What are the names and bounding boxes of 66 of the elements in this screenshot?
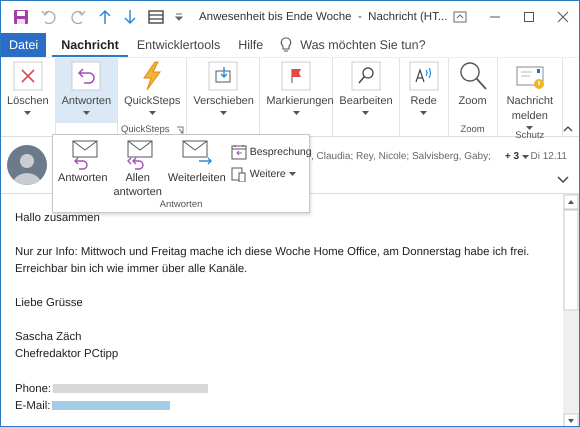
maximize-icon[interactable] xyxy=(523,11,535,23)
ribbon-button[interactable]: Löschen xyxy=(1,58,55,123)
tell-me-field[interactable]: Was möchten Sie tun? xyxy=(280,33,426,57)
popup-button[interactable]: Besprechung xyxy=(230,144,312,160)
customize-caret-icon[interactable] xyxy=(175,13,183,21)
ribbon-button[interactable]: QuickSteps xyxy=(118,58,186,123)
popup-button[interactable]: Allen antworten xyxy=(110,139,165,199)
date-text: Di 12.11 xyxy=(530,151,568,162)
group-label: Antworten xyxy=(158,199,204,212)
caret-icon xyxy=(288,172,296,176)
caret-icon xyxy=(24,111,32,115)
search-icon xyxy=(350,60,382,92)
window-title: Anwesenheit bis Ende Woche - Nachricht (HT... xyxy=(199,11,448,23)
ribbon-button[interactable]: Bearbeiten xyxy=(333,58,399,123)
file-tab[interactable]: Datei xyxy=(1,33,46,57)
ribbon-tab[interactable]: Hilfe xyxy=(229,33,272,57)
close-icon[interactable] xyxy=(557,11,569,23)
scrollbar[interactable] xyxy=(563,194,579,426)
caret-icon xyxy=(522,154,530,158)
body-text-line: Hallo zusammen xyxy=(15,211,101,226)
ribbon-button[interactable]: Verschieben xyxy=(187,58,260,123)
layout-icon[interactable] xyxy=(148,10,164,24)
body-text-line: Liebe Grüsse xyxy=(15,296,84,311)
move-to-folder-icon xyxy=(207,60,240,92)
body-text-line: Chefredaktor PCtipp xyxy=(15,347,120,362)
popup-button[interactable]: Weitere xyxy=(230,166,312,182)
body-text-line: Erreichbar bin ich wie immer über alle Kanäle. xyxy=(15,262,248,277)
expand-chevron-icon[interactable] xyxy=(557,176,569,184)
caret-icon xyxy=(220,111,227,115)
caret-icon xyxy=(292,111,300,115)
calendar-phone-icon xyxy=(230,166,247,182)
delete-icon xyxy=(12,60,44,92)
flag-icon xyxy=(280,60,312,92)
group-label: Zoom xyxy=(460,124,485,135)
ribbon-tab[interactable]: Entwicklertools xyxy=(128,33,230,57)
group-label: Schutz xyxy=(515,130,544,141)
group-label: QuickSteps xyxy=(120,124,170,135)
ribbon-button[interactable]: Antworten xyxy=(56,58,118,123)
body-text-line: Nur zur Info: Mittwoch und Freitag mache ich diese Woche Home Office, am Donnerstag habe ich frei. xyxy=(15,245,530,260)
read-aloud-icon xyxy=(408,60,440,92)
ribbon-button[interactable]: Zoom xyxy=(448,58,497,123)
ribbon-tab[interactable]: Nachricht xyxy=(52,33,128,57)
ribbon-button[interactable]: Rede xyxy=(400,58,448,123)
lightbulb-icon xyxy=(280,37,292,53)
caret-icon xyxy=(526,126,534,130)
save-icon[interactable] xyxy=(13,9,29,25)
down-arrow-icon[interactable] xyxy=(123,9,137,25)
caret-icon xyxy=(362,111,370,115)
dialog-launcher-icon[interactable] xyxy=(176,126,184,134)
contact-label: Phone: xyxy=(15,382,52,394)
popup-button[interactable]: Weiterleiten xyxy=(164,139,229,199)
body-text-line: Sascha Zäch xyxy=(15,330,82,345)
recipients-text: , Claudia; Rey, Nicole; Salvisberg, Gaby; xyxy=(311,151,491,162)
up-arrow-icon[interactable] xyxy=(98,9,112,25)
caret-icon xyxy=(420,111,428,115)
collapse-ribbon-icon[interactable] xyxy=(563,126,573,132)
calendar-icon xyxy=(230,144,247,160)
contact-label: E-Mail: xyxy=(15,400,50,412)
caret-icon xyxy=(148,111,156,115)
popup-button[interactable]: Antworten xyxy=(55,139,111,199)
ribbon-button[interactable]: Markierungen xyxy=(260,58,332,123)
ribbon-button[interactable]: Nachricht melden xyxy=(498,58,562,130)
caret-icon xyxy=(82,111,90,115)
ribbon-display-icon[interactable] xyxy=(453,11,467,23)
more-recipients-link[interactable]: + 3 xyxy=(504,151,530,162)
avatar-icon xyxy=(7,145,47,185)
